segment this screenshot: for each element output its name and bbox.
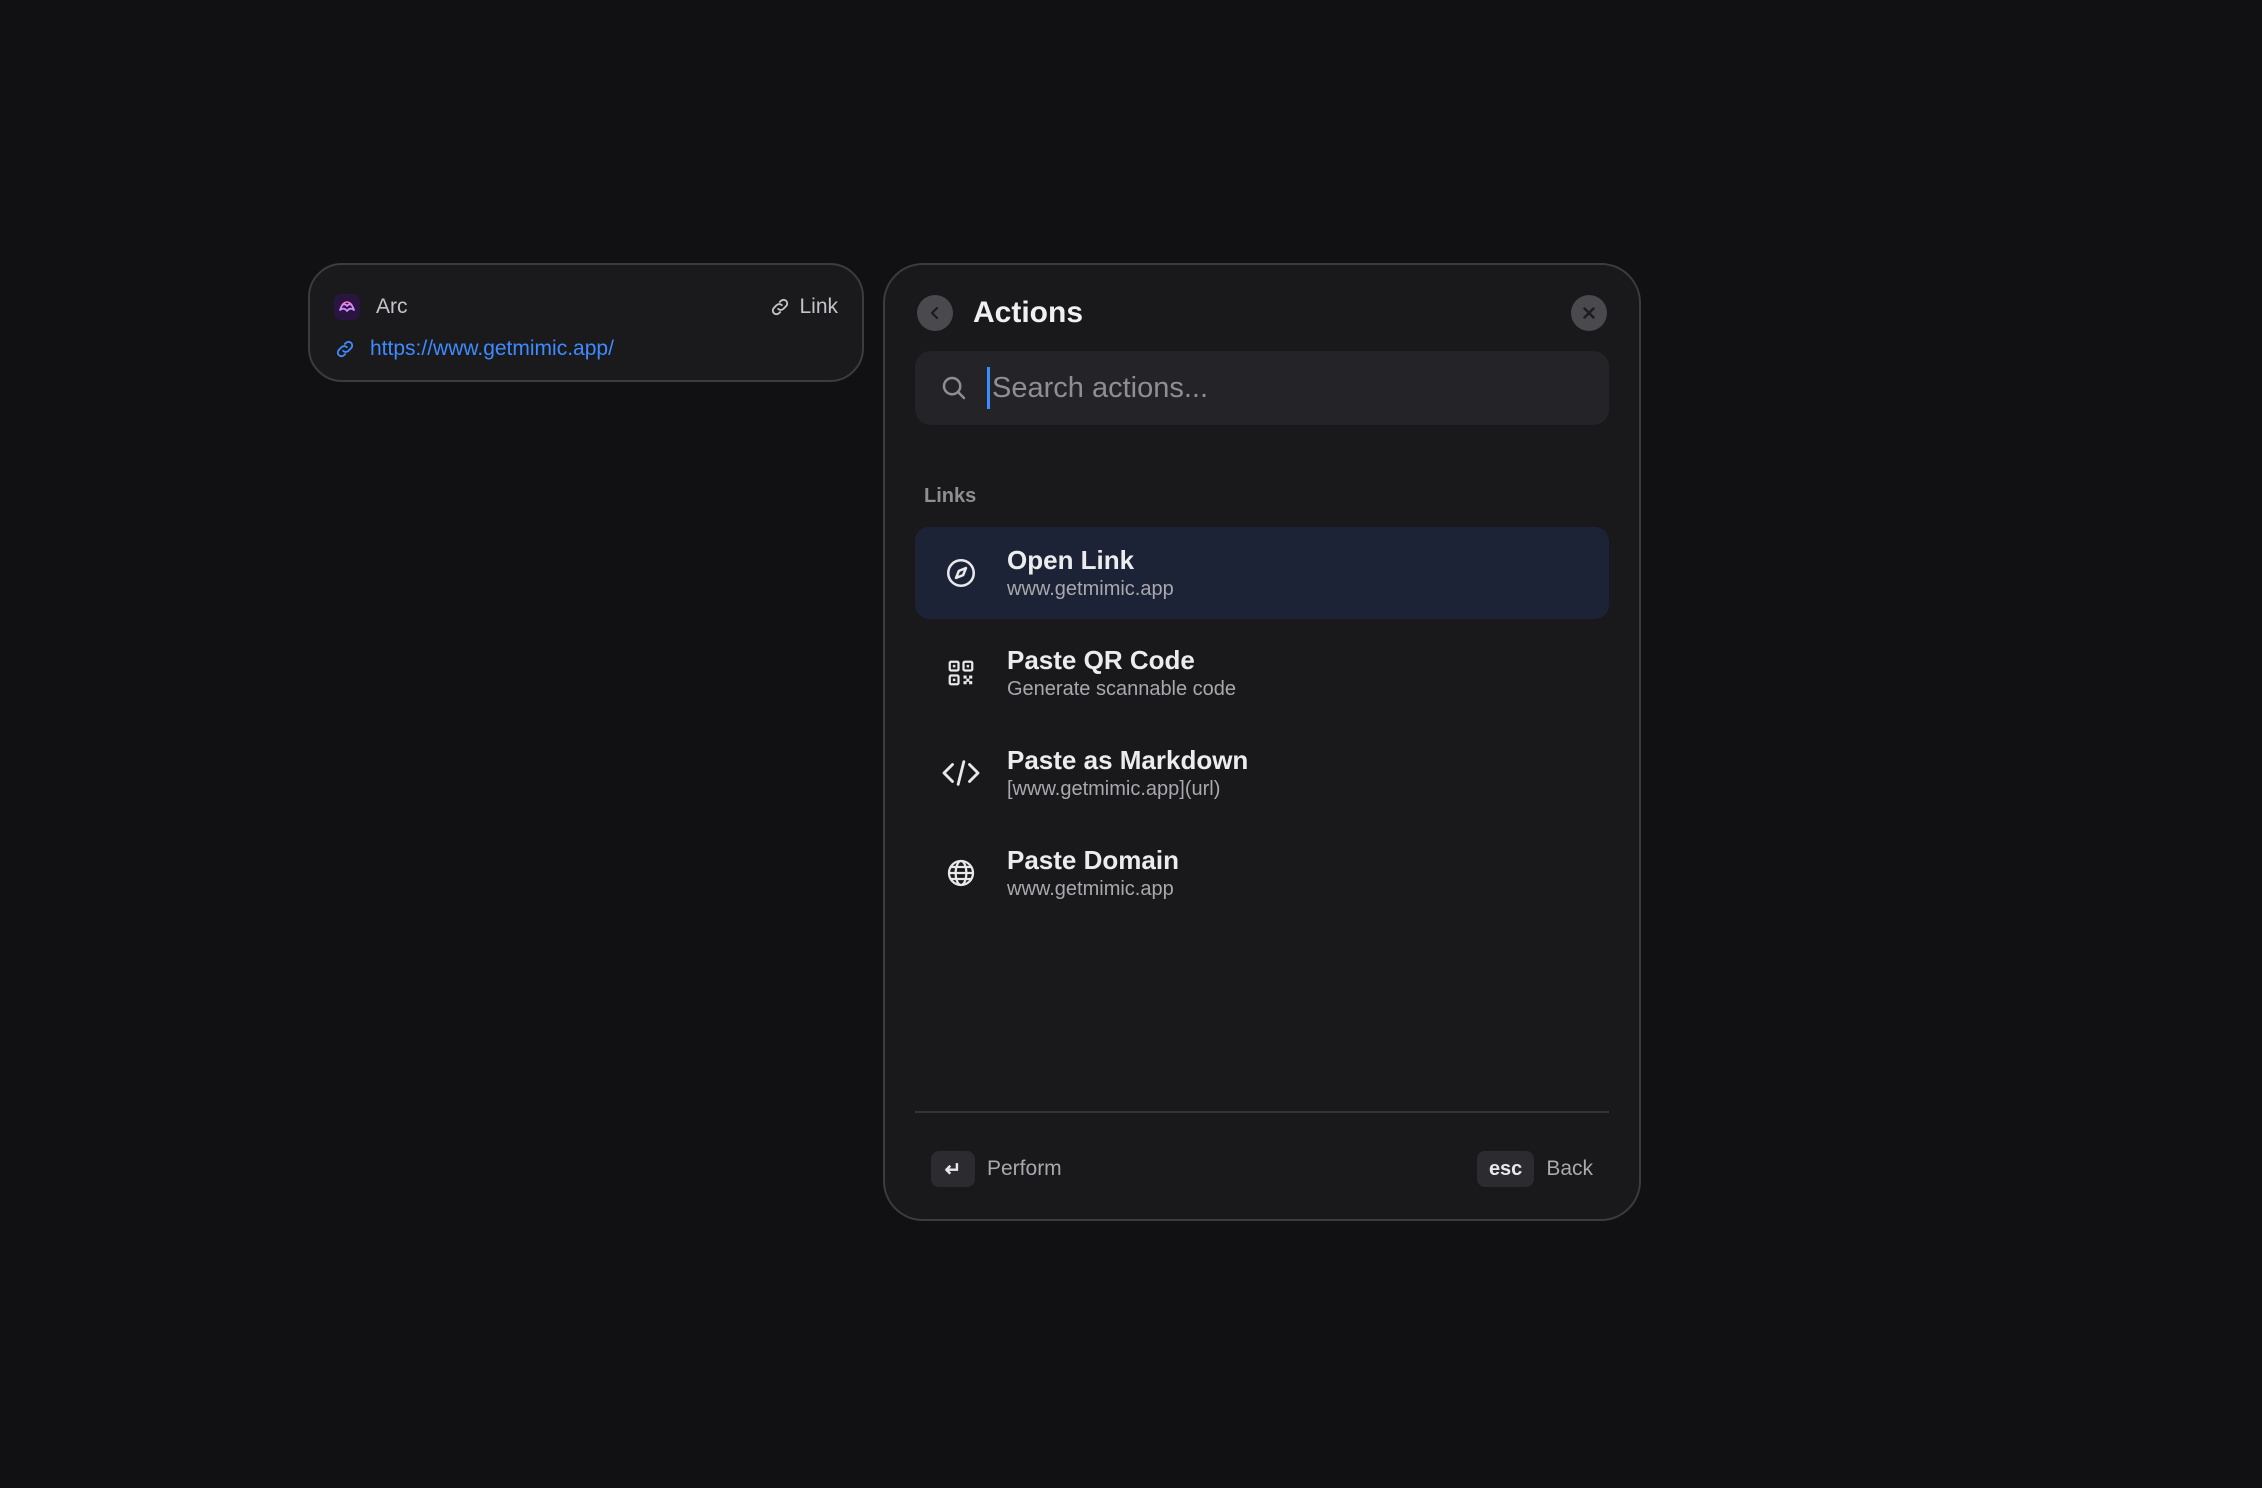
qr-code-icon (915, 658, 1007, 688)
back-label[interactable]: Back (1546, 1157, 1593, 1181)
panel-footer: ↵ Perform esc Back (931, 1149, 1593, 1189)
panel-title: Actions (973, 296, 1084, 329)
action-title: Paste Domain (1007, 845, 1179, 875)
search-input[interactable] (987, 367, 1609, 409)
chevron-left-icon (930, 306, 939, 320)
clip-url[interactable]: https://www.getmimic.app/ (370, 337, 614, 361)
clip-header: Arc Link (334, 287, 838, 327)
link-icon (334, 338, 356, 360)
search-icon (939, 373, 969, 403)
action-subtitle: Generate scannable code (1007, 678, 1237, 700)
clip-card[interactable]: Arc Link https://www.getmimic.app/ (308, 263, 864, 382)
code-icon (915, 756, 1007, 790)
action-subtitle: www.getmimic.app (1007, 578, 1174, 600)
action-title: Paste QR Code (1007, 645, 1195, 675)
type-badge: Link (769, 295, 838, 319)
panel-header: Actions (917, 293, 1607, 333)
actions-panel: Actions Links Open Link (883, 263, 1641, 1221)
enter-key-badge: ↵ (931, 1151, 975, 1187)
back-button[interactable] (917, 295, 953, 331)
arc-logo-icon (334, 294, 360, 320)
action-paste-as-markdown[interactable]: Paste as Markdown [www.getmimic.app](url… (915, 727, 1609, 819)
action-paste-qr-code[interactable]: Paste QR Code Generate scannable code (915, 627, 1609, 719)
app-name: Arc (376, 295, 408, 318)
action-paste-domain[interactable]: Paste Domain www.getmimic.app (915, 827, 1609, 919)
section-label: Links (924, 485, 977, 507)
action-subtitle: [www.getmimic.app](url) (1007, 778, 1221, 800)
search-box[interactable] (915, 351, 1609, 425)
action-title: Paste as Markdown (1007, 745, 1249, 775)
action-list: Open Link www.getmimic.app Paste QR Code… (915, 527, 1609, 927)
close-icon (1583, 307, 1595, 319)
globe-icon (915, 857, 1007, 889)
link-icon (769, 296, 791, 318)
perform-button[interactable]: Perform (987, 1157, 1062, 1181)
esc-key-badge: esc (1476, 1151, 1535, 1187)
close-button[interactable] (1571, 295, 1607, 331)
action-subtitle: www.getmimic.app (1007, 878, 1174, 900)
action-open-link[interactable]: Open Link www.getmimic.app (915, 527, 1609, 619)
compass-icon (915, 556, 1007, 590)
action-title: Open Link (1007, 545, 1135, 575)
footer-divider (915, 1111, 1609, 1113)
type-label: Link (799, 295, 838, 318)
clip-url-row: https://www.getmimic.app/ (334, 331, 838, 367)
